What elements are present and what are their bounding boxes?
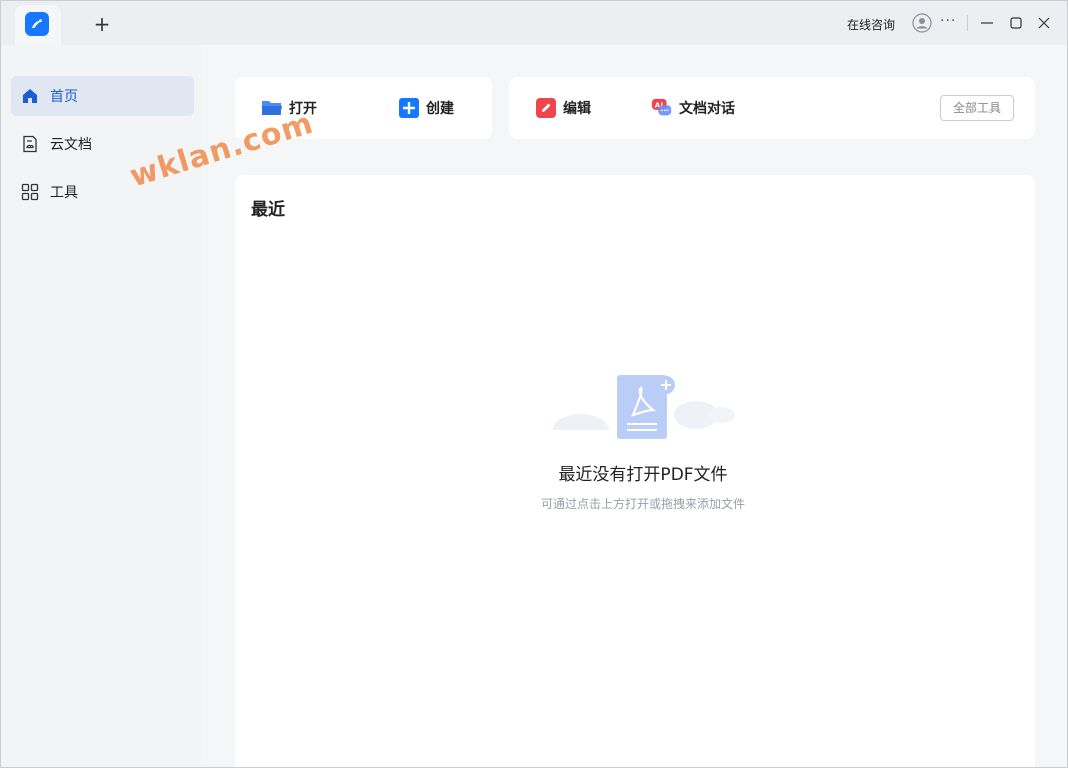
empty-state-title: 最近没有打开PDF文件 — [558, 465, 728, 485]
user-avatar-icon[interactable] — [912, 13, 932, 33]
ai-chat-icon: AI — [651, 97, 673, 119]
empty-pdf-illustration — [551, 370, 741, 450]
pencil-icon — [535, 97, 557, 119]
close-button[interactable] — [1034, 13, 1054, 33]
online-consult-link[interactable]: 在线咨询 — [847, 16, 895, 33]
app-window: + 在线咨询 ··· 首页 云文档 工具 打开 创建 编辑 AI 文档对话 全部… — [0, 0, 1068, 768]
sidebar-item-label: 首页 — [50, 89, 78, 105]
recent-panel: 最近 最近没有打开PDF文件 可通过点击上方打开或拖拽来添加文件 — [235, 175, 1035, 767]
minimize-button[interactable] — [977, 13, 997, 33]
main-content: 打开 创建 编辑 AI 文档对话 全部工具 最近 最近没有打开PDF文件 可通过… — [201, 45, 1067, 767]
empty-state-subtitle: 可通过点击上方打开或拖拽来添加文件 — [540, 497, 745, 511]
maximize-button[interactable] — [1006, 13, 1026, 33]
home-icon — [21, 87, 39, 105]
edit-label: 编辑 — [563, 101, 591, 117]
app-logo-icon — [25, 12, 49, 36]
titlebar-divider — [967, 15, 968, 31]
create-button[interactable]: 创建 — [398, 97, 454, 119]
plus-icon — [398, 97, 420, 119]
sidebar-item-home[interactable]: 首页 — [11, 76, 194, 116]
grid-icon — [21, 183, 39, 201]
create-label: 创建 — [426, 101, 454, 117]
title-bar: + 在线咨询 ··· — [1, 1, 1067, 45]
edit-button[interactable]: 编辑 — [535, 97, 591, 119]
doc-chat-button[interactable]: AI 文档对话 — [651, 97, 735, 119]
new-tab-button[interactable]: + — [91, 13, 113, 35]
all-tools-button[interactable]: 全部工具 — [940, 95, 1014, 121]
sidebar-item-label: 云文档 — [50, 137, 92, 153]
doc-chat-label: 文档对话 — [679, 101, 735, 117]
sidebar-item-label: 工具 — [50, 185, 78, 201]
more-icon[interactable]: ··· — [940, 13, 956, 29]
tools-card: 编辑 AI 文档对话 全部工具 — [509, 77, 1035, 139]
recent-title: 最近 — [251, 200, 285, 220]
cloud-doc-icon — [21, 135, 39, 153]
